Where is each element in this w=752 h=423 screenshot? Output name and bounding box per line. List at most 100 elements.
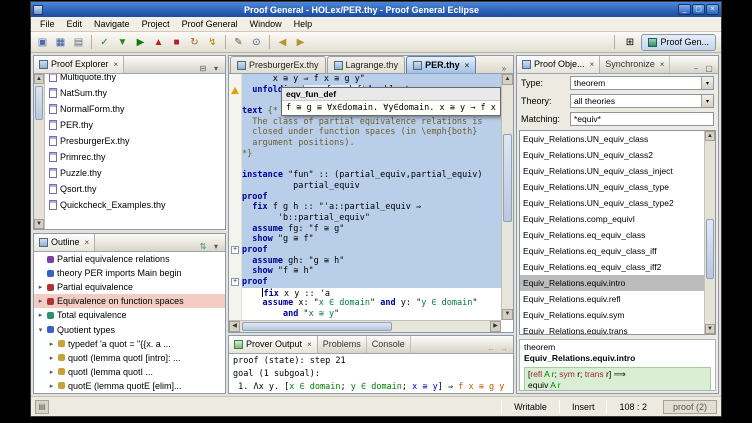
maximize-view-icon[interactable]: ▢	[704, 63, 714, 73]
twistie-icon[interactable]: ▸	[37, 311, 44, 319]
twistie-icon[interactable]: ▸	[48, 340, 55, 348]
outline-item[interactable]: ▸Equivalence on function spaces	[34, 294, 225, 308]
code-line[interactable]: assume x: "x ∈ domain" and y: "y ∈ domai…	[229, 298, 501, 309]
code-line[interactable]: The class of partial equivalence relatio…	[229, 117, 501, 128]
view-menu-icon[interactable]: ▾	[211, 63, 221, 73]
scroll-down-icon[interactable]: ▼	[502, 309, 513, 320]
forward-icon[interactable]: ▶	[292, 34, 309, 51]
menu-window[interactable]: Window	[244, 18, 288, 30]
print-icon[interactable]: ▤	[70, 34, 87, 51]
menu-proof-general[interactable]: Proof General	[176, 18, 244, 30]
list-scrollbar[interactable]: ▲ ▼	[704, 131, 715, 334]
outline-item[interactable]: theory PER imports Main begin	[34, 266, 225, 280]
theorem-list-item[interactable]: Equiv_Relations.UN_equiv_class_inject	[520, 163, 704, 179]
forward-arrow-icon[interactable]: →	[499, 343, 509, 353]
code-line[interactable]: assume gh: "g ≅ h"	[229, 256, 501, 267]
code-line[interactable]: +proof	[229, 277, 501, 288]
code-line[interactable]: argument positions).	[229, 138, 501, 149]
new-wizard-icon[interactable]: ▣	[34, 34, 51, 51]
pen-icon[interactable]: ✎	[230, 34, 247, 51]
scroll-down-icon[interactable]: ▼	[34, 219, 44, 229]
restart-icon[interactable]: ↻	[186, 34, 203, 51]
scroll-left-icon[interactable]: ◀	[229, 321, 240, 332]
scrollbar-thumb[interactable]	[35, 86, 43, 120]
theorem-list-item[interactable]: Equiv_Relations.UN_equiv_class_type	[520, 179, 704, 195]
menu-help[interactable]: Help	[288, 18, 319, 30]
editor-tab[interactable]: PresburgerEx.thy	[230, 56, 326, 73]
theorem-list-item[interactable]: Equiv_Relations.equiv.intro	[520, 275, 704, 291]
code-line[interactable]: proof	[229, 192, 501, 203]
explorer-item[interactable]: NormalForm.thy	[45, 101, 225, 117]
twistie-icon[interactable]: ▸	[37, 283, 44, 291]
code-line[interactable]: fix f g h :: "'a::partial_equiv ⇒	[229, 202, 501, 213]
goto-icon[interactable]: ▼	[114, 34, 131, 51]
twistie-icon[interactable]: ▾	[37, 326, 44, 334]
save-icon[interactable]: ▦	[52, 34, 69, 51]
theorem-list-item[interactable]: Equiv_Relations.comp_equivI	[520, 211, 704, 227]
interrupt-icon[interactable]: ↯	[204, 34, 221, 51]
scroll-down-icon[interactable]: ▼	[705, 324, 715, 334]
scroll-right-icon[interactable]: ▶	[490, 321, 501, 332]
chevron-down-icon[interactable]: ▾	[701, 95, 713, 107]
type-dropdown[interactable]: theorem ▾	[570, 76, 714, 90]
close-icon[interactable]: ×	[114, 60, 119, 69]
outline-item[interactable]: ▸quotI (lemma quotI [intro]: ...	[34, 351, 225, 365]
scrollbar-thumb[interactable]	[706, 219, 714, 279]
scroll-up-icon[interactable]: ▲	[34, 74, 44, 84]
tab-synchronize[interactable]: Synchronize ×	[600, 55, 670, 73]
close-icon[interactable]: ×	[85, 238, 90, 247]
close-icon[interactable]: ×	[660, 60, 665, 69]
code-line[interactable]	[229, 160, 501, 171]
code-line[interactable]: 'b::partial_equiv"	[229, 213, 501, 224]
fast-view-icon[interactable]: ▤	[35, 400, 49, 414]
twistie-icon[interactable]: ▸	[48, 354, 55, 362]
tab-problems[interactable]: Problems	[318, 335, 367, 353]
minimize-view-icon[interactable]: −	[691, 63, 701, 73]
code-line[interactable]: show "f ≅ h"	[229, 266, 501, 277]
title-bar[interactable]: Proof General - HOLex/PER.thy - Proof Ge…	[31, 2, 721, 17]
theorem-list-item[interactable]: Equiv_Relations.equiv.sym	[520, 307, 704, 323]
editor-tab[interactable]: Lagrange.thy	[327, 56, 406, 73]
outline-item[interactable]: ▸typedef 'a quot = "{{x. a ...	[34, 337, 225, 351]
check-icon[interactable]: ✓	[96, 34, 113, 51]
outline-item[interactable]: ▸quotE (lemma quotE [elim]...	[34, 379, 225, 393]
theorem-list-item[interactable]: Equiv_Relations.eq_equiv_class_iff2	[520, 259, 704, 275]
explorer-item[interactable]: Primrec.thy	[45, 149, 225, 165]
tab-prover-output[interactable]: Prover Output ×	[229, 335, 318, 353]
fold-plus-icon[interactable]: +	[231, 246, 239, 254]
tab-overflow-icon[interactable]: »	[499, 63, 509, 73]
menu-navigate[interactable]: Navigate	[88, 18, 136, 30]
undo-icon[interactable]: ▲	[150, 34, 167, 51]
theorem-list-item[interactable]: Equiv_Relations.equiv.trans	[520, 323, 704, 334]
theory-dropdown[interactable]: all theories ▾	[570, 94, 714, 108]
outline-item[interactable]: ▸Partial equivalence	[34, 280, 225, 294]
theorem-list-item[interactable]: Equiv_Relations.UN_equiv_class_type2	[520, 195, 704, 211]
maximize-button[interactable]: ▢	[692, 4, 705, 15]
inspect-icon[interactable]: ⊙	[248, 34, 265, 51]
close-icon[interactable]: ×	[465, 61, 470, 70]
code-line[interactable]: *}	[229, 149, 501, 160]
code-line[interactable]: show "g ≅ f"	[229, 234, 501, 245]
back-icon[interactable]: ◀	[274, 34, 291, 51]
code-editor[interactable]: x ≅ y ⇒ f x ≅ g y" unfolding eqv_fun_def…	[229, 74, 501, 320]
tab-proof-objects[interactable]: Proof Obje... ×	[517, 55, 600, 73]
tab-proof-explorer[interactable]: Proof Explorer ×	[34, 55, 124, 73]
scrollbar-thumb[interactable]	[242, 322, 392, 331]
code-line[interactable]: closed under function spaces (in \emph{b…	[229, 127, 501, 138]
run-icon[interactable]: ▶	[132, 34, 149, 51]
twistie-icon[interactable]: ▸	[37, 297, 44, 305]
editor-tab[interactable]: PER.thy×	[406, 56, 476, 73]
scrollbar-thumb[interactable]	[503, 134, 512, 222]
close-button[interactable]: ×	[706, 4, 719, 15]
twistie-icon[interactable]: ▸	[48, 368, 55, 376]
explorer-item[interactable]: PresburgerEx.thy	[45, 133, 225, 149]
horizontal-scrollbar[interactable]: ◀ ▶	[229, 320, 501, 332]
code-line[interactable]: assume fg: "f ≅ g"	[229, 224, 501, 235]
twistie-icon[interactable]: ▸	[48, 382, 55, 390]
explorer-item[interactable]: Quickcheck_Examples.thy	[45, 197, 225, 213]
theorem-list-item[interactable]: Equiv_Relations.UN_equiv_class	[520, 131, 704, 147]
vertical-scrollbar[interactable]: ▲ ▼	[501, 74, 513, 320]
outline-item[interactable]: ▸quotI (lemma quotI ...	[34, 365, 225, 379]
stop-icon[interactable]: ■	[168, 34, 185, 51]
matching-input[interactable]: *equiv*	[570, 112, 714, 126]
